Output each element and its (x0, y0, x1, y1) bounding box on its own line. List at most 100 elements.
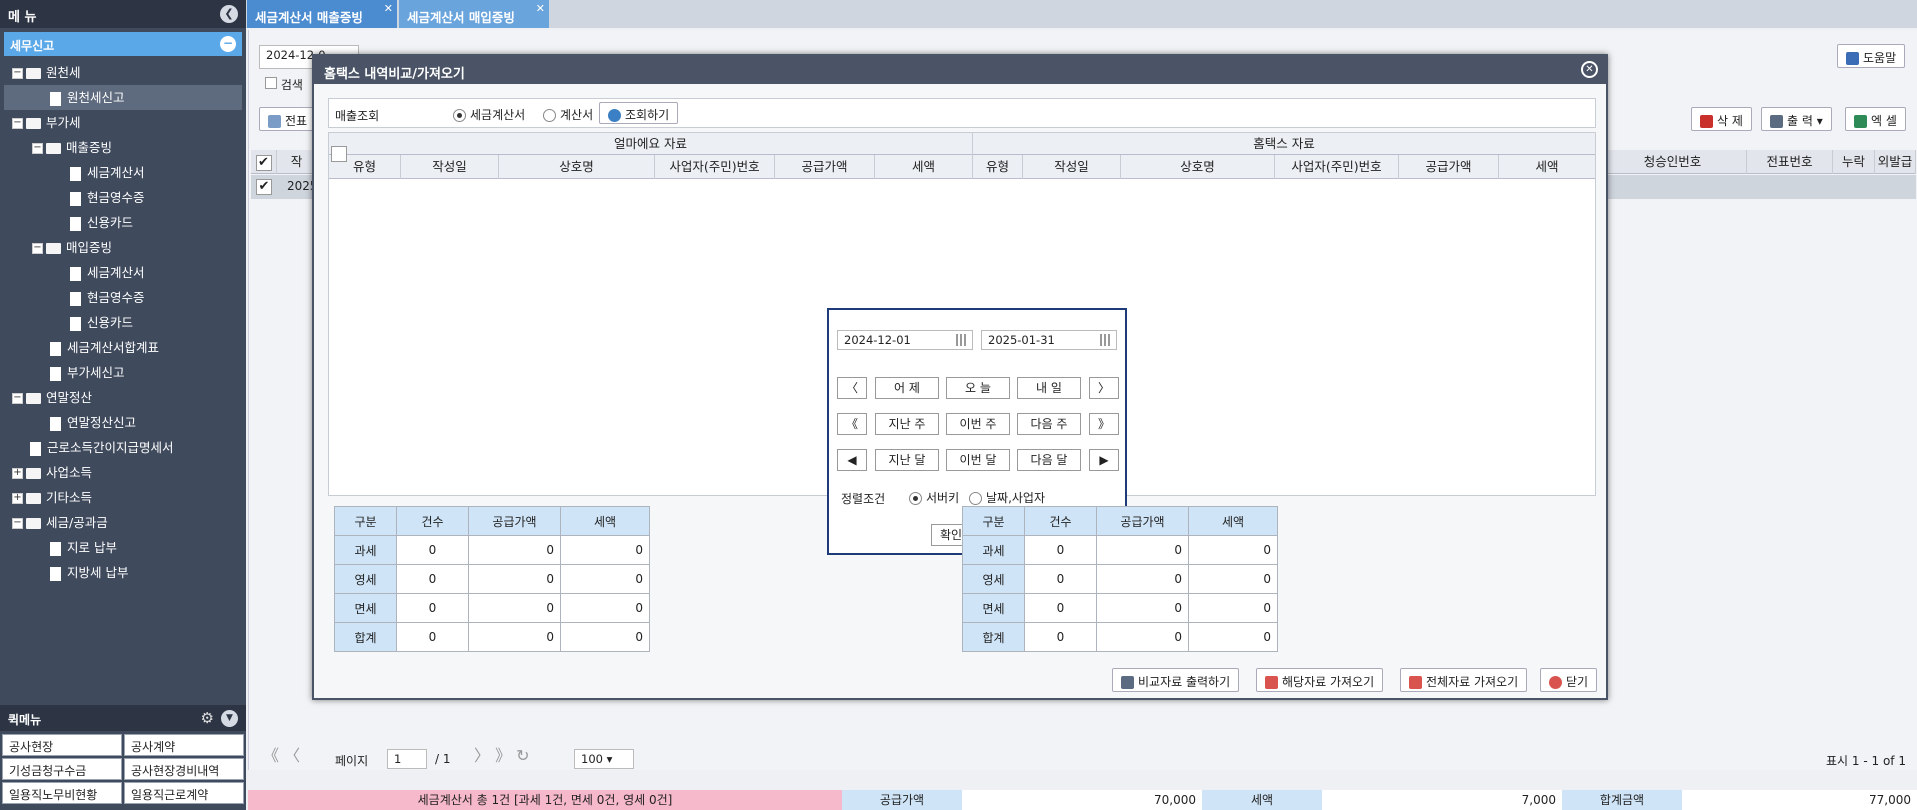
col-header[interactable]: 작 (277, 150, 317, 174)
tree-item-withholding-report[interactable]: 원천세신고 (4, 85, 242, 110)
radio-tax-invoice[interactable]: 세금계산서 (453, 106, 525, 123)
next-month-button[interactable]: 다음 달 (1017, 449, 1081, 471)
picker-from-input[interactable]: 2024-12-01 (837, 330, 973, 350)
tree-item-sales-credit-card[interactable]: 신용카드 (4, 210, 242, 235)
quick-daily-labor-cost[interactable]: 일용직노무비현황 (2, 782, 122, 804)
print-button[interactable]: 출 력 ▾ (1761, 107, 1832, 131)
gear-icon[interactable]: ⚙ (201, 709, 214, 727)
tree-item-purchase-credit-card[interactable]: 신용카드 (4, 310, 242, 335)
import-selected-button[interactable]: 해당자료 가져오기 (1256, 668, 1384, 692)
tree-item-purchase-tax-invoice[interactable]: 세금계산서 (4, 260, 242, 285)
next-week-button[interactable]: 다음 주 (1017, 413, 1081, 435)
tree-item-giro-payment[interactable]: 지로 납부 (4, 535, 242, 560)
help-button[interactable]: 도움말 (1837, 44, 1906, 68)
search-option-checkbox[interactable] (265, 77, 277, 89)
page-label: 페이지 (335, 754, 369, 768)
collapse-box-icon[interactable]: − (32, 143, 43, 154)
close-icon[interactable]: ✕ (384, 2, 393, 15)
collapse-box-icon[interactable]: − (32, 243, 43, 254)
tree-item-purchase-cash-receipt[interactable]: 현금영수증 (4, 285, 242, 310)
quick-daily-labor-contract[interactable]: 일용직근로계약 (124, 782, 244, 804)
tree-folder-sales-evidence[interactable]: − 매출증빙 (4, 135, 242, 160)
close-dialog-button[interactable]: 닫기 (1540, 668, 1598, 692)
tree-folder-other-income[interactable]: + 기타소득 (4, 485, 242, 510)
last-month-button[interactable]: 지난 달 (875, 449, 939, 471)
tree-item-invoice-summary[interactable]: 세금계산서합계표 (4, 335, 242, 360)
prev-day-button[interactable]: 〈 (837, 377, 867, 399)
tree-item-sales-tax-invoice[interactable]: 세금계산서 (4, 160, 242, 185)
dialog-title: 홈택스 내역비교/가져오기 (324, 67, 465, 82)
radio-invoice[interactable]: 계산서 (543, 106, 593, 123)
quick-progress-billing[interactable]: 기성금청구수금 (2, 758, 122, 780)
chevron-down-icon[interactable]: ▼ (221, 710, 238, 727)
collapse-box-icon[interactable]: − (12, 68, 23, 79)
next-day-button[interactable]: 〉 (1089, 377, 1119, 399)
tree-item-local-tax-payment[interactable]: 지방세 납부 (4, 560, 242, 585)
first-page-icon[interactable]: 《 〈 (263, 742, 300, 766)
query-button[interactable]: 조회하기 (599, 102, 679, 124)
quick-site-expenses[interactable]: 공사현장경비내역 (124, 758, 244, 780)
yesterday-button[interactable]: 어 제 (875, 377, 939, 399)
quick-construction-site[interactable]: 공사현장 (2, 734, 122, 756)
delete-button[interactable]: 삭 제 (1691, 107, 1752, 131)
next-page-icon[interactable]: 〉 》 ↻ (474, 742, 530, 766)
expand-box-icon[interactable]: + (12, 493, 23, 504)
collapse-box-icon[interactable]: − (12, 518, 23, 529)
tree-folder-purchase-evidence[interactable]: − 매입증빙 (4, 235, 242, 260)
last-week-button[interactable]: 지난 주 (875, 413, 939, 435)
tab-sales-tax-invoice[interactable]: 세금계산서 매출증빙 ✕ (247, 0, 397, 28)
tax-label: 세액 (1202, 790, 1322, 810)
collapse-box-icon[interactable]: − (12, 118, 23, 129)
tree-folder-business-income[interactable]: + 사업소득 (4, 460, 242, 485)
tree-folder-taxes-dues[interactable]: − 세금/공과금 (4, 510, 242, 535)
search-option[interactable]: 검색 (265, 76, 303, 93)
tab-purchase-tax-invoice[interactable]: 세금계산서 매입증빙 ✕ (399, 0, 549, 28)
document-icon (30, 441, 41, 456)
query-icon (608, 109, 621, 122)
excel-button[interactable]: 엑 셀 (1845, 107, 1906, 131)
col-header[interactable]: 누락 (1833, 150, 1875, 174)
sort-date-business[interactable]: 날짜,사업자 (969, 489, 1045, 506)
header-checkbox[interactable]: ✔ (251, 150, 277, 174)
tree-item-simple-payment-statement[interactable]: 근로소득간이지급명세서 (4, 435, 242, 460)
calendar-icon[interactable] (1100, 334, 1112, 346)
col-header[interactable]: 외발급분 (1875, 150, 1916, 193)
print-compare-button[interactable]: 비교자료 출력하기 (1112, 668, 1240, 692)
slip-button[interactable]: 전표 (259, 107, 319, 131)
picker-to-input[interactable]: 2025-01-31 (981, 330, 1117, 350)
document-icon (70, 291, 81, 306)
prev-month-button[interactable]: ◀ (837, 449, 867, 471)
this-week-button[interactable]: 이번 주 (946, 413, 1010, 435)
import-all-button[interactable]: 전체자료 가져오기 (1400, 668, 1528, 692)
collapse-icon[interactable]: ❮ (220, 5, 238, 23)
prev-week-button[interactable]: 《 (837, 413, 867, 435)
collapse-box-icon[interactable]: − (12, 393, 23, 404)
minus-icon[interactable]: − (220, 36, 236, 52)
tree-folder-vat[interactable]: − 부가세 (4, 110, 242, 135)
tree-folder-withholding[interactable]: − 원천세 (4, 60, 242, 85)
this-month-button[interactable]: 이번 달 (946, 449, 1010, 471)
supply-value: 70,000 (962, 790, 1202, 810)
tree-item-vat-report[interactable]: 부가세신고 (4, 360, 242, 385)
row-checkbox[interactable]: ✔ (256, 179, 272, 195)
tomorrow-button[interactable]: 내 일 (1017, 377, 1081, 399)
close-icon[interactable]: ✕ (1581, 61, 1598, 78)
page-size-select[interactable]: 100 ▾ (574, 749, 634, 769)
tree-folder-year-end[interactable]: − 연말정산 (4, 385, 242, 410)
tree-item-year-end-report[interactable]: 연말정산신고 (4, 410, 242, 435)
tree-item-sales-cash-receipt[interactable]: 현금영수증 (4, 185, 242, 210)
quick-construction-contract[interactable]: 공사계약 (124, 734, 244, 756)
section-tax-filing[interactable]: 세무신고 − (4, 32, 242, 56)
expand-box-icon[interactable]: + (12, 468, 23, 479)
next-week-arrow-button[interactable]: 》 (1089, 413, 1119, 435)
today-button[interactable]: 오 늘 (946, 377, 1010, 399)
page-input[interactable]: 1 (387, 749, 427, 769)
col-header[interactable]: 전표번호 (1747, 150, 1833, 174)
sort-server-key[interactable]: 서버키 (909, 489, 959, 506)
table-row: 과세 0 0 0 (334, 535, 650, 565)
next-month-arrow-button[interactable]: ▶ (1089, 449, 1119, 471)
col-header[interactable]: 청승인번호 (1599, 150, 1747, 174)
document-icon (50, 566, 61, 581)
close-icon[interactable]: ✕ (536, 2, 545, 15)
calendar-icon[interactable] (956, 334, 968, 346)
